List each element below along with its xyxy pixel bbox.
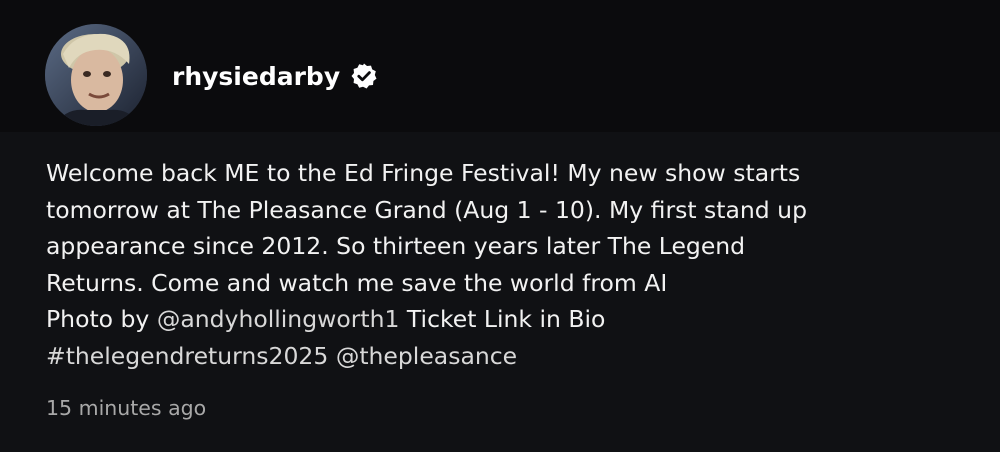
verified-badge-icon xyxy=(350,62,378,90)
post-timestamp: 15 minutes ago xyxy=(46,396,207,420)
caption-line-4: Returns. Come and watch me save the worl… xyxy=(46,268,668,297)
post-caption: Welcome back ME to the Ed Fringe Festiva… xyxy=(46,155,986,374)
username[interactable]: rhysiedarby xyxy=(172,62,340,91)
threads-at-icon: @ xyxy=(156,305,181,333)
hashtag-link[interactable]: #thelegendreturns2025 xyxy=(46,342,328,370)
post-header: rhysiedarby xyxy=(0,0,1000,132)
avatar[interactable] xyxy=(45,24,147,126)
mention-photographer[interactable]: @andyhollingworth1 xyxy=(157,305,400,333)
mention-venue-name: thepleasance xyxy=(359,341,518,370)
caption-line-5: Photo by @andyhollingworth1 Ticket Link … xyxy=(46,301,986,338)
caption-line-1: Welcome back ME to the Ed Fringe Festiva… xyxy=(46,159,801,187)
avatar-photo xyxy=(45,24,147,126)
caption-line-2: tomorrow at The Pleasance Grand (Aug 1 -… xyxy=(46,195,807,224)
threads-at-icon: @ xyxy=(335,341,360,370)
username-row: rhysiedarby xyxy=(172,56,378,96)
mention-venue[interactable]: @thepleasance xyxy=(336,342,517,370)
caption-line-6: #thelegendreturns2025 @thepleasance xyxy=(46,338,986,375)
photo-by-text: Photo by xyxy=(46,305,150,333)
ticket-link-text: Ticket Link in Bio xyxy=(406,305,606,333)
mention-photographer-name: andyhollingworth1 xyxy=(180,305,400,333)
caption-line-3: appearance since 2012. So thirteen years… xyxy=(46,232,746,260)
